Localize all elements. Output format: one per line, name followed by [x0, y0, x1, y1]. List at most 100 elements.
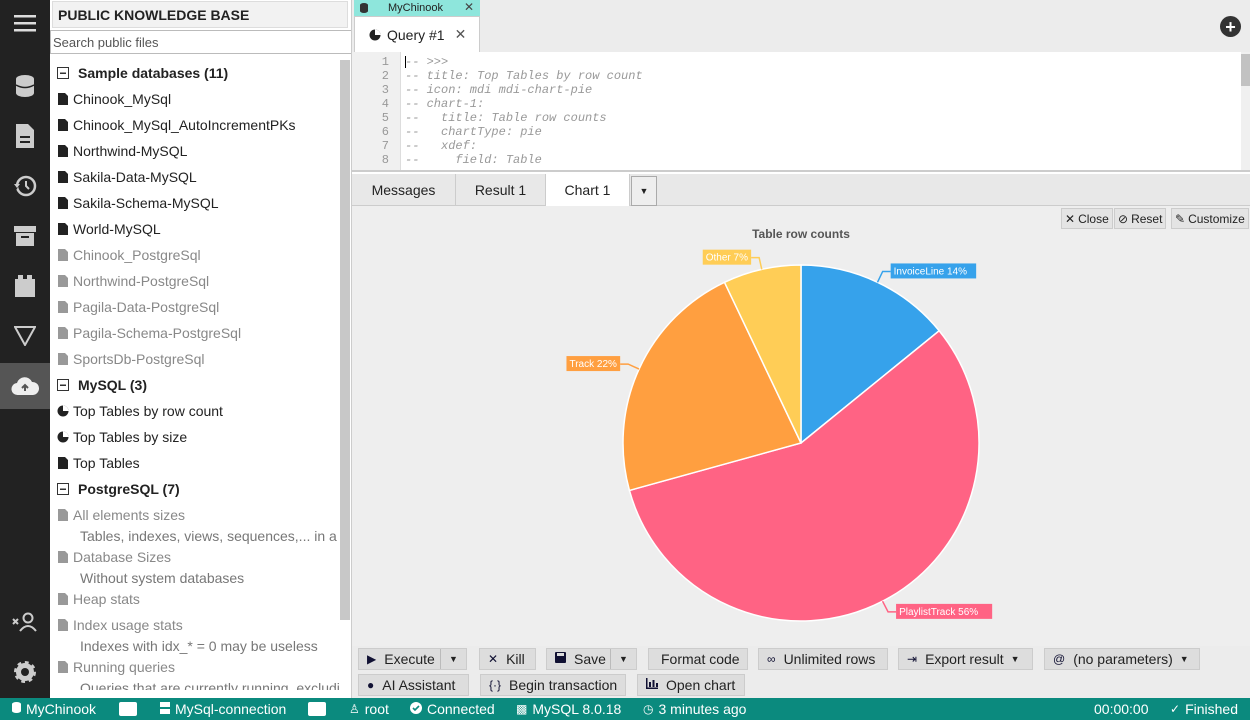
palette-icon[interactable] — [308, 698, 326, 720]
status-result: ✓ Finished — [1170, 698, 1238, 720]
tab-query[interactable]: Query #1 ✕ — [354, 16, 480, 52]
item-label: Database Sizes — [73, 549, 172, 565]
scrollbar[interactable] — [1241, 52, 1250, 170]
chevron-down-icon[interactable]: ▼ — [610, 649, 636, 669]
list-item[interactable]: Sakila-Data-MySQL — [50, 164, 340, 190]
group-postgresql[interactable]: PostgreSQL (7) — [50, 476, 340, 502]
list-item[interactable]: Northwind-MySQL — [50, 138, 340, 164]
save-button[interactable]: Save ▼ — [546, 648, 637, 670]
chart-reset-button[interactable]: ⊘ Reset — [1114, 208, 1167, 229]
item-label: Northwind-MySQL — [73, 143, 188, 159]
item-label: Pagila-Data-PostgreSql — [73, 299, 220, 315]
tab-messages[interactable]: Messages — [352, 174, 456, 206]
add-user-icon[interactable] — [0, 599, 50, 645]
begin-transaction-button[interactable]: {·} Begin transaction — [480, 674, 626, 696]
list-item[interactable]: Chinook_MySql — [50, 86, 340, 112]
collapse-icon — [56, 67, 70, 79]
list-item[interactable]: Chinook_MySql_AutoIncrementPKs — [50, 112, 340, 138]
plugin-icon[interactable] — [0, 263, 50, 309]
close-icon[interactable]: ✕ — [464, 0, 474, 14]
chart-close-button[interactable]: ✕ Close — [1061, 208, 1113, 229]
search-input[interactable] — [50, 30, 351, 54]
export-result-button[interactable]: ⇥ Export result ▼ — [898, 648, 1033, 670]
list-item[interactable]: Top Tables — [50, 450, 340, 476]
status-user: ♙ root — [349, 698, 389, 720]
unlimited-rows-button[interactable]: ∞ Unlimited rows — [758, 648, 888, 670]
item-description: Without system databases — [80, 570, 245, 586]
braces-icon: {·} — [489, 678, 502, 692]
code-line: -- chart-1: — [405, 97, 485, 111]
list-item[interactable]: Top Tables by row count — [50, 398, 340, 424]
tab-dropdown-button[interactable]: ▼ — [631, 176, 657, 206]
list-item[interactable]: SportsDb-PostgreSql — [50, 346, 340, 372]
group-sample-databases[interactable]: Sample databases (11) — [50, 60, 340, 86]
scrollbar[interactable] — [340, 60, 350, 620]
group-label: MySQL (3) — [78, 377, 147, 393]
database-icon — [12, 702, 21, 716]
button-label: Open chart — [666, 677, 736, 693]
close-icon[interactable]: ✕ — [455, 26, 467, 43]
list-item[interactable]: Running queries — [50, 654, 340, 680]
connection-tab[interactable]: MyChinook ✕ — [354, 0, 480, 16]
button-label: AI Assistant — [382, 677, 456, 693]
check-circle-icon — [410, 701, 422, 717]
archive-icon[interactable] — [0, 213, 50, 259]
history-icon: ◷ — [643, 702, 654, 716]
settings-gear-icon[interactable] — [0, 649, 50, 695]
tab-chart-1[interactable]: Chart 1 — [546, 174, 630, 206]
infinity-icon: ∞ — [767, 652, 776, 666]
status-version: ▩ MySQL 8.0.18 — [516, 698, 621, 720]
sql-editor[interactable]: 1 2 3 4 5 6 7 8 -- >>> -- title: Top Tab… — [352, 52, 1250, 172]
group-mysql[interactable]: MySQL (3) — [50, 372, 340, 398]
file-icon — [56, 353, 70, 365]
chart-customize-button[interactable]: ✎ Customize — [1171, 208, 1249, 229]
data-label: PlaylistTrack 56% — [899, 607, 978, 618]
ai-assistant-button[interactable]: ● AI Assistant — [358, 674, 469, 696]
execute-button[interactable]: ▶ Execute ▼ — [358, 648, 467, 670]
list-item[interactable]: Northwind-PostgreSql — [50, 268, 340, 294]
file-icon[interactable] — [0, 113, 50, 159]
new-tab-button[interactable]: + — [1220, 16, 1241, 37]
tab-label: Messages — [371, 182, 436, 198]
list-item[interactable]: Pagila-Data-PostgreSql — [50, 294, 340, 320]
item-label: SportsDb-PostgreSql — [73, 351, 205, 367]
panel-title: PUBLIC KNOWLEDGE BASE — [52, 1, 348, 28]
palette-icon[interactable] — [119, 698, 137, 720]
list-item[interactable]: Top Tables by size — [50, 424, 340, 450]
item-label: Top Tables by size — [73, 429, 188, 445]
data-label: InvoiceLine 14% — [894, 266, 967, 277]
filter-icon[interactable] — [0, 313, 50, 359]
status-text: Finished — [1185, 701, 1238, 717]
leader-line — [751, 256, 763, 270]
chevron-down-icon[interactable]: ▼ — [440, 649, 466, 669]
tab-result-1[interactable]: Result 1 — [456, 174, 546, 206]
code-line: -- title: Top Tables by row count — [405, 69, 643, 83]
server-icon: ▩ — [516, 702, 528, 716]
list-item[interactable]: Pagila-Schema-PostgreSql — [50, 320, 340, 346]
list-item[interactable]: World-MySQL — [50, 216, 340, 242]
status-text: 00:00:00 — [1094, 701, 1149, 717]
list-item[interactable]: Chinook_PostgreSql — [50, 242, 340, 268]
chart-panel: Table row counts InvoiceLine 14% Playlist… — [352, 206, 1250, 646]
status-server[interactable]: MySql-connection — [160, 698, 286, 720]
list-item[interactable]: Index usage stats — [50, 612, 340, 638]
cloud-icon[interactable] — [0, 363, 50, 409]
button-label: Reset — [1131, 211, 1163, 226]
status-connection[interactable]: MyChinook — [12, 698, 96, 720]
code-line: -- title: Table row counts — [405, 111, 607, 125]
parameters-button[interactable]: @ (no parameters) ▼ — [1044, 648, 1200, 670]
chevron-down-icon: ▼ — [1179, 654, 1189, 664]
database-icon[interactable] — [0, 63, 50, 109]
list-item[interactable]: Heap stats — [50, 586, 340, 612]
list-item[interactable]: All elements sizes — [50, 502, 340, 528]
list-item[interactable]: Sakila-Schema-MySQL — [50, 190, 340, 216]
kill-button[interactable]: ✕ Kill — [479, 648, 536, 670]
list-item[interactable]: Database Sizes — [50, 544, 340, 570]
format-code-button[interactable]: Format code — [648, 648, 748, 670]
pie-chart-icon — [56, 431, 70, 443]
collapse-icon — [56, 379, 70, 391]
history-icon[interactable] — [0, 163, 50, 209]
open-chart-button[interactable]: Open chart — [637, 674, 745, 696]
line-number: 3 — [381, 83, 389, 97]
menu-icon[interactable] — [0, 0, 50, 46]
